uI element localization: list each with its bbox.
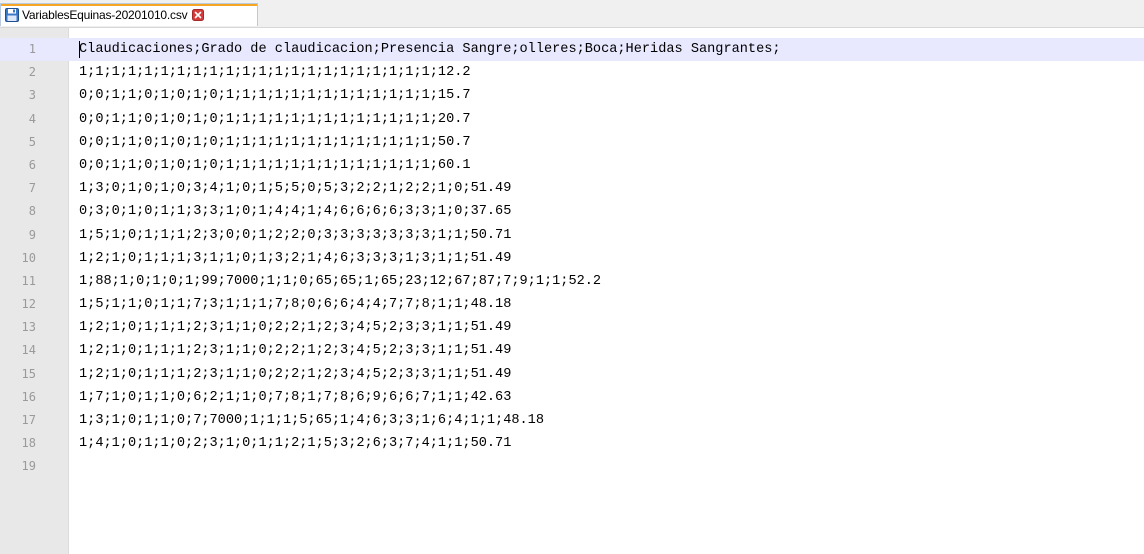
editor-line[interactable]: 12 1;5;1;1;0;1;1;7;3;1;1;1;7;8;0;6;6;4;4;…	[0, 293, 1144, 316]
line-number: 14	[21, 343, 36, 358]
editor-line[interactable]: 9 1;5;1;0;1;1;1;2;3;0;0;1;2;2;0;3;3;3;3;3…	[0, 224, 1144, 247]
line-number: 12	[21, 297, 36, 312]
line-number: 5	[28, 134, 36, 149]
editor-line[interactable]: 2 1;1;1;1;1;1;1;1;1;1;1;1;1;1;1;1;1;1;1;1…	[0, 61, 1144, 84]
line-text[interactable]: 0;3;0;1;0;1;1;3;3;1;0;1;4;4;1;4;6;6;6;6;…	[79, 200, 511, 223]
line-text[interactable]: 0;0;1;1;0;1;0;1;0;1;1;1;1;1;1;1;1;1;1;1;…	[79, 84, 471, 107]
line-number: 7	[28, 181, 36, 196]
line-text[interactable]: 1;4;1;0;1;1;0;2;3;1;0;1;1;2;1;5;3;2;6;3;…	[79, 432, 511, 455]
line-text[interactable]: 1;88;1;0;1;0;1;99;7000;1;1;0;65;65;1;65;…	[79, 270, 601, 293]
line-text[interactable]: 1;7;1;0;1;1;0;6;2;1;1;0;7;8;1;7;8;6;9;6;…	[79, 386, 511, 409]
line-number: 4	[28, 111, 36, 126]
text-editor[interactable]: 1 Claudicaciones;Grado de claudicacion;Pr…	[0, 28, 1144, 554]
close-icon[interactable]	[192, 9, 205, 21]
editor-line[interactable]: 18 1;4;1;0;1;1;0;2;3;1;0;1;1;2;1;5;3;2;6;…	[0, 432, 1144, 455]
editor-lines: 1 Claudicaciones;Grado de claudicacion;Pr…	[0, 38, 1144, 479]
line-text[interactable]: 0;0;1;1;0;1;0;1;0;1;1;1;1;1;1;1;1;1;1;1;…	[79, 131, 471, 154]
editor-line[interactable]: 17 1;3;1;0;1;1;0;7;7000;1;1;1;5;65;1;4;6;…	[0, 409, 1144, 432]
line-text[interactable]: 0;0;1;1;0;1;0;1;0;1;1;1;1;1;1;1;1;1;1;1;…	[79, 154, 471, 177]
line-text[interactable]: 1;5;1;0;1;1;1;2;3;0;0;1;2;2;0;3;3;3;3;3;…	[79, 224, 511, 247]
text-caret	[79, 41, 80, 58]
editor-line[interactable]: 16 1;7;1;0;1;1;0;6;2;1;1;0;7;8;1;7;8;6;9;…	[0, 386, 1144, 409]
editor-line[interactable]: 13 1;2;1;0;1;1;1;2;3;1;1;0;2;2;1;2;3;4;5;…	[0, 316, 1144, 339]
line-number: 13	[21, 320, 36, 335]
line-text[interactable]: 1;2;1;0;1;1;1;2;3;1;1;0;2;2;1;2;3;4;5;2;…	[79, 316, 511, 339]
line-number: 18	[21, 436, 36, 451]
line-number: 17	[21, 413, 36, 427]
editor-line[interactable]: 11 1;88;1;0;1;0;1;99;7000;1;1;0;65;65;1;6…	[0, 270, 1144, 293]
tab-filename: VariablesEquinas-20201010.csv	[22, 8, 188, 22]
editor-line[interactable]: 7 1;3;0;1;0;1;0;3;4;1;0;1;5;5;0;5;3;2;2;1…	[0, 177, 1144, 200]
editor-line[interactable]: 5 0;0;1;1;0;1;0;1;0;1;1;1;1;1;1;1;1;1;1;1…	[0, 131, 1144, 154]
tab-bar: VariablesEquinas-20201010.csv	[0, 0, 1144, 28]
line-number: 9	[28, 227, 36, 242]
line-number: 19	[21, 459, 36, 474]
line-number: 2	[28, 65, 36, 80]
line-number: 10	[21, 250, 36, 265]
editor-line[interactable]: 14 1;2;1;0;1;1;1;2;3;1;1;0;2;2;1;2;3;4;5;…	[0, 339, 1144, 362]
editor-line[interactable]: 3 0;0;1;1;0;1;0;1;0;1;1;1;1;1;1;1;1;1;1;1…	[0, 84, 1144, 107]
line-number: 1	[28, 42, 36, 56]
line-text[interactable]: 1;2;1;0;1;1;1;3;1;1;0;1;3;2;1;4;6;3;3;3;…	[79, 247, 511, 270]
editor-line[interactable]: 8 0;3;0;1;0;1;1;3;3;1;0;1;4;4;1;4;6;6;6;6…	[0, 200, 1144, 223]
editor-line[interactable]: 10 1;2;1;0;1;1;1;3;1;1;0;1;3;2;1;4;6;3;3;…	[0, 247, 1144, 270]
line-number: 6	[28, 157, 36, 172]
file-tab[interactable]: VariablesEquinas-20201010.csv	[0, 3, 258, 26]
editor-line[interactable]: 6 0;0;1;1;0;1;0;1;0;1;1;1;1;1;1;1;1;1;1;1…	[0, 154, 1144, 177]
line-text[interactable]: 1;2;1;0;1;1;1;2;3;1;1;0;2;2;1;2;3;4;5;2;…	[79, 363, 511, 386]
line-text[interactable]: 1;5;1;1;0;1;1;7;3;1;1;1;7;8;0;6;6;4;4;7;…	[79, 293, 511, 316]
line-text[interactable]: 1;3;1;0;1;1;0;7;7000;1;1;1;5;65;1;4;6;3;…	[79, 409, 544, 432]
line-number: 15	[21, 366, 36, 381]
save-icon	[5, 8, 19, 22]
editor-line[interactable]: 1 Claudicaciones;Grado de claudicacion;Pr…	[0, 38, 1144, 62]
tab-active-indicator	[1, 4, 257, 6]
line-text[interactable]: 1;3;0;1;0;1;0;3;4;1;0;1;5;5;0;5;3;2;2;1;…	[79, 177, 511, 200]
line-number: 3	[28, 88, 36, 103]
line-number: 11	[21, 273, 36, 288]
editor-line[interactable]: 15 1;2;1;0;1;1;1;2;3;1;1;0;2;2;1;2;3;4;5;…	[0, 363, 1144, 386]
line-number: 16	[21, 389, 36, 404]
line-text[interactable]: Claudicaciones;Grado de claudicacion;Pre…	[79, 38, 781, 61]
editor-line[interactable]: 4 0;0;1;1;0;1;0;1;0;1;1;1;1;1;1;1;1;1;1;1…	[0, 108, 1144, 131]
line-text[interactable]: 0;0;1;1;0;1;0;1;0;1;1;1;1;1;1;1;1;1;1;1;…	[79, 108, 471, 131]
line-text[interactable]: 1;1;1;1;1;1;1;1;1;1;1;1;1;1;1;1;1;1;1;1;…	[79, 61, 471, 84]
editor-line[interactable]: 19	[0, 455, 1144, 478]
line-number: 8	[28, 204, 36, 219]
line-text[interactable]: 1;2;1;0;1;1;1;2;3;1;1;0;2;2;1;2;3;4;5;2;…	[79, 339, 511, 362]
